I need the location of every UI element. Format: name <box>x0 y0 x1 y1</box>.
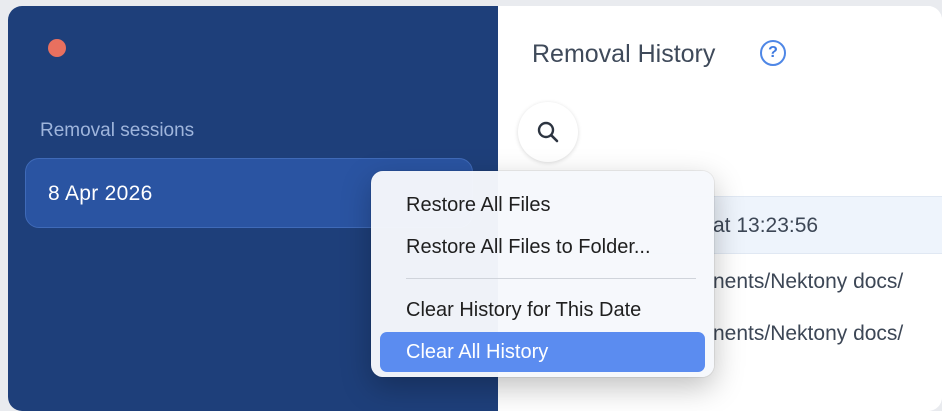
session-item-label: 8 Apr 2026 <box>48 182 153 205</box>
menu-item-clear-history-for-date[interactable]: Clear History for This Date <box>380 290 705 330</box>
history-row[interactable]: nents/Nektony docs/ <box>713 322 903 346</box>
menu-item-restore-all-files[interactable]: Restore All Files <box>380 185 705 225</box>
history-group-time: at 13:23:56 <box>713 214 819 237</box>
help-icon[interactable]: ? <box>760 40 786 66</box>
search-icon <box>537 121 559 143</box>
search-button[interactable] <box>518 102 578 162</box>
history-row[interactable]: nents/Nektony docs/ <box>713 270 903 294</box>
menu-item-restore-all-files-to-folder[interactable]: Restore All Files to Folder... <box>380 227 705 267</box>
menu-separator <box>406 278 696 279</box>
close-window-button[interactable] <box>48 39 66 57</box>
page-title: Removal History <box>532 40 716 68</box>
sessions-section-label: Removal sessions <box>40 120 195 141</box>
context-menu: Restore All Files Restore All Files to F… <box>371 171 714 377</box>
menu-item-clear-all-history[interactable]: Clear All History <box>380 332 705 372</box>
